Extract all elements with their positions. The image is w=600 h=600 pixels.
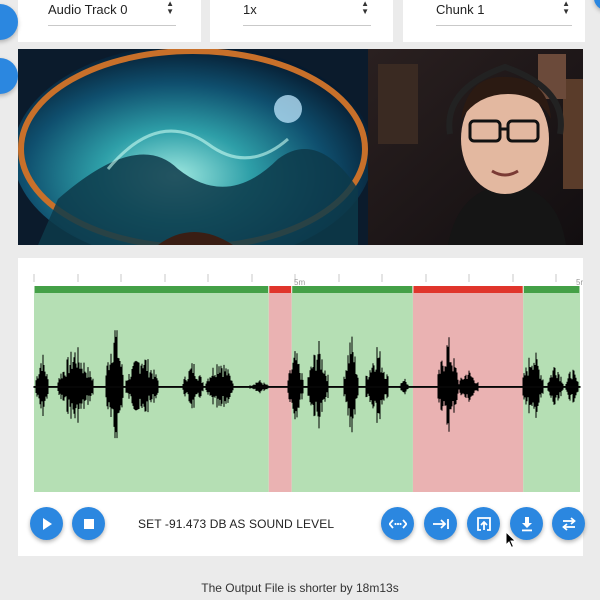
ruler-tick-label: 5m xyxy=(294,278,305,287)
play-icon xyxy=(42,517,52,530)
side-fab-button-3[interactable] xyxy=(594,0,600,10)
ruler-tick-label: 5r xyxy=(576,278,583,287)
video-preview[interactable] xyxy=(18,49,583,245)
chunk-select[interactable]: Chunk 1 ▲ ▼ xyxy=(436,0,572,26)
speed-card: 1x ▲ ▼ xyxy=(210,0,393,42)
keep-segment-bar[interactable] xyxy=(34,286,269,293)
chunk-value: Chunk 1 xyxy=(436,2,485,17)
status-message: SET -91.473 DB AS SOUND LEVEL xyxy=(138,517,335,531)
keep-segment-bar[interactable] xyxy=(523,286,580,293)
output-length-note: The Output File is shorter by 18m13s xyxy=(201,581,399,595)
select-arrows-icon: ▲ ▼ xyxy=(361,0,369,16)
speed-value: 1x xyxy=(243,2,257,17)
jump-to-end-icon xyxy=(432,518,449,529)
open-in-app-icon xyxy=(476,516,491,531)
timeline-ruler: 5m 5r xyxy=(33,274,583,287)
keep-segment-bar[interactable] xyxy=(292,286,413,293)
side-fab-button-1[interactable] xyxy=(0,4,18,40)
download-icon xyxy=(521,516,532,531)
select-arrows-icon: ▲ ▼ xyxy=(562,0,570,16)
speed-select[interactable]: 1x ▲ ▼ xyxy=(243,0,371,26)
waveform-timeline[interactable]: 5m 5r xyxy=(18,258,583,556)
editor-panel: 5m 5r xyxy=(18,258,583,556)
audio-track-card: Audio Track 0 ▲ ▼ xyxy=(18,0,201,42)
fit-width-button[interactable] xyxy=(381,507,414,540)
open-in-app-button[interactable] xyxy=(467,507,500,540)
jump-to-end-button[interactable] xyxy=(424,507,457,540)
video-frame-image xyxy=(18,49,583,245)
swap-icon xyxy=(561,516,576,531)
swap-button[interactable] xyxy=(552,507,585,540)
cut-segment-bar[interactable] xyxy=(269,286,292,293)
audio-track-select[interactable]: Audio Track 0 ▲ ▼ xyxy=(48,0,176,26)
select-arrows-icon: ▲ ▼ xyxy=(166,0,174,16)
cut-segment-bar[interactable] xyxy=(413,286,523,293)
stop-icon xyxy=(83,518,94,529)
chunk-card: Chunk 1 ▲ ▼ xyxy=(403,0,585,42)
audio-track-value: Audio Track 0 xyxy=(48,2,128,17)
side-fab-button-2[interactable] xyxy=(0,58,18,94)
stop-button[interactable] xyxy=(72,507,105,540)
fit-width-icon xyxy=(388,518,407,529)
mouse-cursor-icon xyxy=(505,531,517,549)
play-button[interactable] xyxy=(30,507,63,540)
